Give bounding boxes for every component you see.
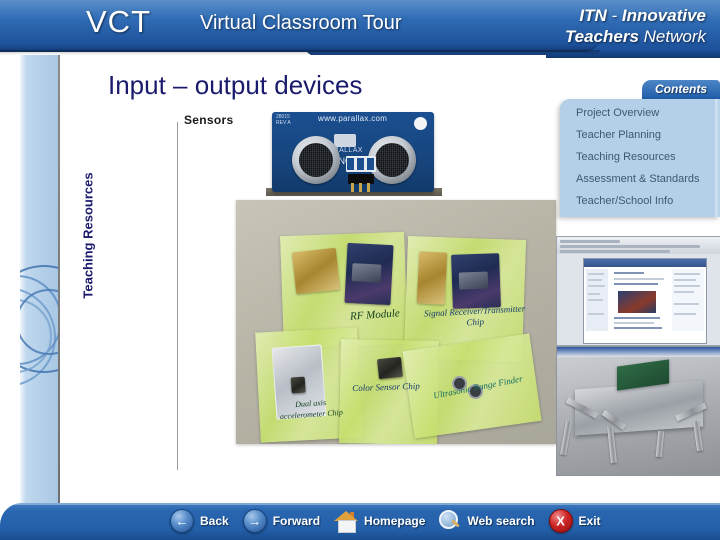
footer-navigation: ← Back → Forward Homepage Web search X E… — [170, 508, 615, 534]
left-decorative-band — [20, 55, 58, 505]
itn-word-innovative: Innovative — [621, 6, 706, 25]
page-left-nav — [586, 269, 608, 331]
section-side-label: Teaching Resources — [80, 172, 96, 299]
board-url-text: www.parallax.com — [318, 114, 388, 123]
contents-item-teacher-school-info[interactable]: Teacher/School Info — [576, 195, 673, 207]
browser-page — [583, 258, 707, 344]
footer-highlight — [0, 503, 720, 505]
homepage-button[interactable]: Homepage — [334, 511, 426, 533]
contents-tab[interactable]: Contents — [642, 80, 720, 99]
ultrasonic-sensor-photo: 28015REV A www.parallax.com PARALLAX PIN… — [272, 112, 434, 192]
homepage-button-label: Homepage — [364, 514, 426, 528]
browser-screenshot-thumbnail — [556, 236, 720, 346]
close-x-icon: X — [548, 509, 573, 533]
page-main-column — [610, 269, 670, 331]
exit-button[interactable]: X Exit — [548, 509, 601, 533]
web-search-button[interactable]: Web search — [439, 510, 535, 532]
header-bar: VCT Virtual Classroom Tour ITN - Innovat… — [0, 0, 720, 58]
back-button-label: Back — [200, 514, 229, 528]
contents-tab-label: Contents — [655, 82, 707, 96]
vertical-divider — [177, 122, 178, 470]
itn-dash: - — [606, 6, 622, 25]
page-banner — [584, 259, 706, 267]
arrow-right-icon: → — [242, 509, 267, 533]
itn-word-network: Network — [638, 27, 706, 46]
board-header-pins — [348, 174, 374, 192]
contents-panel: Project Overview Teacher Planning Teachi… — [560, 99, 720, 217]
transducer-left — [292, 136, 340, 184]
circles-decoration — [20, 265, 58, 415]
slide-canvas: VCT Virtual Classroom Tour ITN - Innovat… — [0, 0, 720, 540]
board-mount-hole — [414, 117, 427, 130]
itn-word-teachers: Teachers — [564, 27, 639, 46]
back-button[interactable]: ← Back — [170, 509, 229, 533]
arrow-left-icon: ← — [170, 509, 194, 533]
forward-button[interactable]: → Forward — [242, 509, 321, 533]
browser-menu-strip — [560, 240, 620, 243]
circle-icon — [20, 289, 58, 355]
close-x-glyph: X — [556, 513, 565, 529]
forward-button-label: Forward — [272, 514, 321, 528]
browser-address-strip — [560, 245, 700, 248]
page-thumbnail-image — [618, 291, 656, 313]
antistatic-pouch — [291, 247, 341, 295]
page-title: Input – output devices — [108, 70, 363, 100]
product-card — [451, 253, 501, 309]
magnifier-icon — [439, 510, 461, 532]
web-search-button-label: Web search — [467, 514, 535, 528]
vct-logo-subtitle: Virtual Classroom Tour — [200, 12, 402, 34]
house-icon — [334, 511, 359, 533]
chip-icon — [290, 376, 306, 394]
browser-chrome — [557, 237, 720, 254]
robot-photo-thumbnail — [556, 346, 720, 476]
itn-brand-line-1: ITN - Innovative — [579, 6, 706, 26]
antistatic-pouch — [416, 251, 448, 305]
product-card — [344, 242, 394, 306]
contents-item-assessment-standards[interactable]: Assessment & Standards — [576, 173, 700, 185]
contents-item-teaching-resources[interactable]: Teaching Resources — [576, 151, 676, 163]
board-logo-mark — [334, 134, 356, 147]
page-right-column — [672, 269, 704, 331]
robot-chassis — [575, 380, 703, 436]
browser-links-strip — [560, 250, 670, 253]
panel-edge-highlight — [715, 99, 720, 217]
robot-photo-topstrip — [557, 347, 720, 357]
exit-button-label: Exit — [578, 514, 601, 528]
sensor-kit-photo: RF Module Signal Receiver/Transmitter Ch… — [236, 200, 556, 444]
board-revision-text: 28015 REV A — [276, 114, 291, 126]
board-solder-pads — [346, 156, 376, 172]
page-subtitle: Sensors — [184, 113, 234, 127]
itn-brand-line-2: Teachers Network — [565, 27, 706, 47]
itn-abbrev: ITN — [579, 6, 607, 25]
contents-item-project-overview[interactable]: Project Overview — [576, 107, 659, 119]
vct-logo: VCT — [86, 4, 151, 39]
contents-item-teacher-planning[interactable]: Teacher Planning — [576, 129, 661, 141]
color-sensor-chip — [377, 356, 403, 380]
